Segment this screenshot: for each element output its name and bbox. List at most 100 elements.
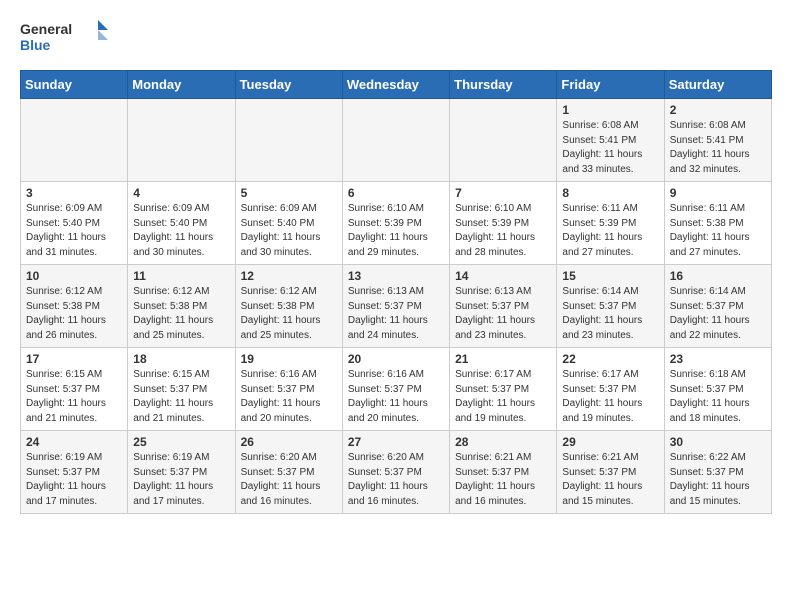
day-info: Sunrise: 6:21 AM Sunset: 5:37 PM Dayligh…	[455, 451, 551, 509]
day-cell	[342, 99, 449, 182]
day-number: 26	[241, 435, 337, 449]
day-info: Sunrise: 6:18 AM Sunset: 5:37 PM Dayligh…	[670, 368, 766, 426]
logo: General Blue	[20, 16, 110, 60]
day-cell: 21 Sunrise: 6:17 AM Sunset: 5:37 PM Dayli…	[450, 348, 557, 431]
day-info: Sunrise: 6:15 AM Sunset: 5:37 PM Dayligh…	[26, 368, 122, 426]
day-number: 27	[348, 435, 444, 449]
day-number: 21	[455, 352, 551, 366]
day-cell: 7 Sunrise: 6:10 AM Sunset: 5:39 PM Daylig…	[450, 182, 557, 265]
day-cell	[235, 99, 342, 182]
day-cell: 11 Sunrise: 6:12 AM Sunset: 5:38 PM Dayli…	[128, 265, 235, 348]
day-number: 9	[670, 186, 766, 200]
day-number: 6	[348, 186, 444, 200]
day-info: Sunrise: 6:09 AM Sunset: 5:40 PM Dayligh…	[133, 202, 229, 260]
day-number: 8	[562, 186, 658, 200]
weekday-header-saturday: Saturday	[664, 71, 771, 99]
calendar: SundayMondayTuesdayWednesdayThursdayFrid…	[20, 70, 772, 514]
weekday-header-tuesday: Tuesday	[235, 71, 342, 99]
day-info: Sunrise: 6:22 AM Sunset: 5:37 PM Dayligh…	[670, 451, 766, 509]
day-cell: 22 Sunrise: 6:17 AM Sunset: 5:37 PM Dayli…	[557, 348, 664, 431]
day-number: 15	[562, 269, 658, 283]
day-info: Sunrise: 6:20 AM Sunset: 5:37 PM Dayligh…	[348, 451, 444, 509]
day-info: Sunrise: 6:20 AM Sunset: 5:37 PM Dayligh…	[241, 451, 337, 509]
day-number: 13	[348, 269, 444, 283]
day-cell: 12Sunrise: 6:12 AM Sunset: 5:38 PM Dayli…	[235, 265, 342, 348]
day-info: Sunrise: 6:11 AM Sunset: 5:38 PM Dayligh…	[670, 202, 766, 260]
day-info: Sunrise: 6:09 AM Sunset: 5:40 PM Dayligh…	[241, 202, 337, 260]
day-info: Sunrise: 6:12 AM Sunset: 5:38 PM Dayligh…	[133, 285, 229, 343]
day-number: 23	[670, 352, 766, 366]
day-number: 11	[133, 269, 229, 283]
day-info: Sunrise: 6:10 AM Sunset: 5:39 PM Dayligh…	[455, 202, 551, 260]
day-cell: 23 Sunrise: 6:18 AM Sunset: 5:37 PM Dayli…	[664, 348, 771, 431]
day-info: Sunrise: 6:17 AM Sunset: 5:37 PM Dayligh…	[562, 368, 658, 426]
day-info: Sunrise: 6:16 AM Sunset: 5:37 PM Dayligh…	[241, 368, 337, 426]
day-info: Sunrise: 6:16 AM Sunset: 5:37 PM Dayligh…	[348, 368, 444, 426]
day-number: 4	[133, 186, 229, 200]
day-number: 1	[562, 103, 658, 117]
day-cell: 4 Sunrise: 6:09 AM Sunset: 5:40 PM Daylig…	[128, 182, 235, 265]
day-cell: 29 Sunrise: 6:21 AM Sunset: 5:37 PM Dayli…	[557, 431, 664, 514]
day-info: Sunrise: 6:11 AM Sunset: 5:39 PM Dayligh…	[562, 202, 658, 260]
week-row-4: 17 Sunrise: 6:15 AM Sunset: 5:37 PM Dayli…	[21, 348, 772, 431]
week-row-3: 10 Sunrise: 6:12 AM Sunset: 5:38 PM Dayli…	[21, 265, 772, 348]
weekday-header-thursday: Thursday	[450, 71, 557, 99]
weekday-header-wednesday: Wednesday	[342, 71, 449, 99]
day-cell: 18 Sunrise: 6:15 AM Sunset: 5:37 PM Dayli…	[128, 348, 235, 431]
day-number: 30	[670, 435, 766, 449]
weekday-header-sunday: Sunday	[21, 71, 128, 99]
day-number: 25	[133, 435, 229, 449]
day-cell: 15Sunrise: 6:14 AM Sunset: 5:37 PM Dayli…	[557, 265, 664, 348]
day-info: Sunrise: 6:13 AM Sunset: 5:37 PM Dayligh…	[455, 285, 551, 343]
day-info: Sunrise: 6:08 AM Sunset: 5:41 PM Dayligh…	[670, 119, 766, 177]
day-number: 10	[26, 269, 122, 283]
day-cell: 8 Sunrise: 6:11 AM Sunset: 5:39 PM Daylig…	[557, 182, 664, 265]
day-info: Sunrise: 6:13 AM Sunset: 5:37 PM Dayligh…	[348, 285, 444, 343]
page: General Blue SundayMondayTuesdayWednesda…	[0, 0, 792, 530]
week-row-2: 3Sunrise: 6:09 AM Sunset: 5:40 PM Daylig…	[21, 182, 772, 265]
day-number: 18	[133, 352, 229, 366]
day-info: Sunrise: 6:15 AM Sunset: 5:37 PM Dayligh…	[133, 368, 229, 426]
svg-text:General: General	[20, 21, 72, 37]
header: General Blue	[20, 16, 772, 60]
day-number: 7	[455, 186, 551, 200]
week-row-5: 24 Sunrise: 6:19 AM Sunset: 5:37 PM Dayli…	[21, 431, 772, 514]
day-cell: 1Sunrise: 6:08 AM Sunset: 5:41 PM Daylig…	[557, 99, 664, 182]
day-number: 24	[26, 435, 122, 449]
day-cell: 3Sunrise: 6:09 AM Sunset: 5:40 PM Daylig…	[21, 182, 128, 265]
day-info: Sunrise: 6:19 AM Sunset: 5:37 PM Dayligh…	[26, 451, 122, 509]
day-cell: 24 Sunrise: 6:19 AM Sunset: 5:37 PM Dayli…	[21, 431, 128, 514]
day-number: 17	[26, 352, 122, 366]
day-cell: 27 Sunrise: 6:20 AM Sunset: 5:37 PM Dayli…	[342, 431, 449, 514]
day-cell	[128, 99, 235, 182]
day-cell: 10Sunrise: 6:12 AM Sunset: 5:38 PM Dayli…	[21, 265, 128, 348]
day-info: Sunrise: 6:19 AM Sunset: 5:37 PM Dayligh…	[133, 451, 229, 509]
week-row-1: 1 Sunrise: 6:08 AM Sunset: 5:41 PM Daylig…	[21, 99, 772, 182]
weekday-header-friday: Friday	[557, 71, 664, 99]
day-cell: 17 Sunrise: 6:15 AM Sunset: 5:37 PM Dayli…	[21, 348, 128, 431]
day-info: Sunrise: 6:09 AM Sunset: 5:40 PM Dayligh…	[26, 202, 122, 260]
day-info: Sunrise: 6:17 AM Sunset: 5:37 PM Dayligh…	[455, 368, 551, 426]
day-cell: 14Sunrise: 6:13 AM Sunset: 5:37 PM Dayli…	[450, 265, 557, 348]
day-cell: 16 Sunrise: 6:14 AM Sunset: 5:37 PM Dayli…	[664, 265, 771, 348]
day-number: 19	[241, 352, 337, 366]
day-number: 22	[562, 352, 658, 366]
day-number: 12	[241, 269, 337, 283]
day-number: 2	[670, 103, 766, 117]
day-cell: 5 Sunrise: 6:09 AM Sunset: 5:40 PM Daylig…	[235, 182, 342, 265]
day-cell: 9 Sunrise: 6:11 AM Sunset: 5:38 PM Daylig…	[664, 182, 771, 265]
day-cell	[450, 99, 557, 182]
day-number: 16	[670, 269, 766, 283]
day-info: Sunrise: 6:14 AM Sunset: 5:37 PM Dayligh…	[670, 285, 766, 343]
day-number: 20	[348, 352, 444, 366]
weekday-header-monday: Monday	[128, 71, 235, 99]
day-cell: 13 Sunrise: 6:13 AM Sunset: 5:37 PM Dayli…	[342, 265, 449, 348]
day-number: 28	[455, 435, 551, 449]
day-cell: 30 Sunrise: 6:22 AM Sunset: 5:37 PM Dayli…	[664, 431, 771, 514]
day-info: Sunrise: 6:21 AM Sunset: 5:37 PM Dayligh…	[562, 451, 658, 509]
day-number: 29	[562, 435, 658, 449]
day-cell: 19 Sunrise: 6:16 AM Sunset: 5:37 PM Dayli…	[235, 348, 342, 431]
day-cell: 2 Sunrise: 6:08 AM Sunset: 5:41 PM Daylig…	[664, 99, 771, 182]
weekday-header-row: SundayMondayTuesdayWednesdayThursdayFrid…	[21, 71, 772, 99]
day-number: 5	[241, 186, 337, 200]
